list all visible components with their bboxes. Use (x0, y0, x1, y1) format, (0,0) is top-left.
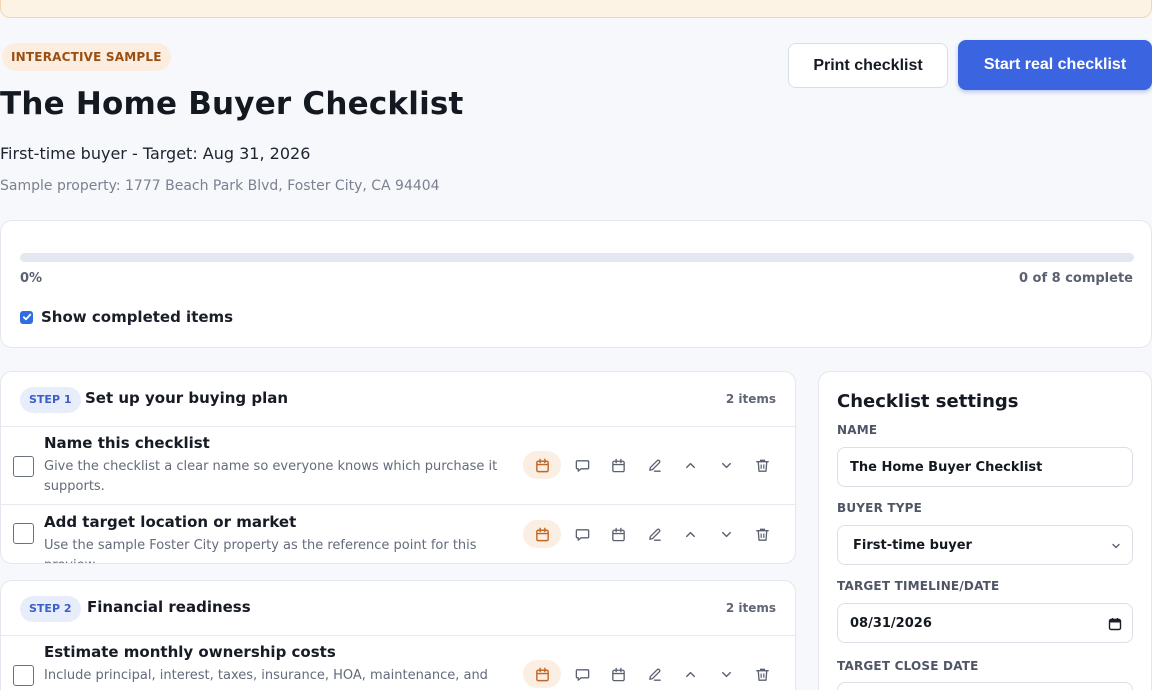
buyer-target-subtitle: First-time buyer - Target: Aug 31, 2026 (0, 144, 311, 163)
move-up-button[interactable] (672, 660, 708, 688)
notice-banner (0, 0, 1152, 18)
calendar-highlight-icon (535, 458, 549, 472)
task-row: Estimate monthly ownership costs Include… (1, 636, 795, 690)
step-pill: STEP 1 (20, 387, 81, 413)
trash-icon (755, 668, 769, 681)
show-completed-checkbox[interactable] (20, 310, 33, 324)
progress-complete-count: 0 of 8 complete (1018, 271, 1133, 286)
move-down-icon (721, 531, 731, 537)
buyer-type-select[interactable]: First-time buyer (837, 525, 1133, 565)
calendar-icon (611, 458, 625, 472)
move-up-button[interactable] (672, 451, 708, 479)
task-actions (523, 660, 780, 688)
page-title: The Home Buyer Checklist (0, 86, 464, 122)
task-row: Name this checklist Give the checklist a… (1, 427, 795, 505)
task-actions (523, 520, 780, 548)
print-checklist-button[interactable]: Print checklist (788, 43, 948, 88)
close-date-label: TARGET CLOSE DATE (837, 659, 979, 673)
calendar-button[interactable] (600, 660, 636, 688)
calendar-highlight-button[interactable] (523, 520, 561, 548)
trash-button[interactable] (744, 451, 780, 479)
move-down-button[interactable] (708, 520, 744, 548)
step-card-2: STEP 2 Financial readiness 2 items Estim… (0, 580, 796, 690)
checklist-settings-panel: Checklist settings NAME The Home Buyer C… (818, 371, 1152, 690)
step-title: Set up your buying plan (85, 389, 289, 407)
edit-icon (648, 528, 661, 541)
step-header: STEP 1 Set up your buying plan 2 items (1, 372, 795, 427)
progress-bar (20, 253, 1134, 262)
task-checkbox[interactable] (13, 665, 34, 686)
move-up-icon (685, 462, 695, 468)
calendar-button[interactable] (600, 520, 636, 548)
move-down-icon (721, 462, 731, 468)
calendar-button[interactable] (600, 451, 636, 479)
step-title: Financial readiness (87, 598, 251, 616)
show-completed-toggle[interactable]: Show completed items (20, 308, 233, 326)
trash-icon (755, 459, 769, 472)
calendar-highlight-icon (535, 527, 549, 541)
comment-icon (575, 459, 589, 472)
move-up-icon (685, 671, 695, 677)
comment-button[interactable] (564, 520, 600, 548)
task-checkbox[interactable] (13, 456, 34, 477)
timeline-date-value: 08/31/2026 (850, 615, 932, 631)
name-label: NAME (837, 423, 878, 437)
progress-percent: 0% (20, 271, 43, 286)
comment-icon (575, 668, 589, 681)
settings-title: Checklist settings (837, 391, 1019, 412)
calendar-icon (611, 527, 625, 541)
target-timeline-date-input[interactable]: 08/31/2026 (837, 603, 1133, 643)
calendar-highlight-button[interactable] (523, 451, 561, 479)
interactive-sample-badge: INTERACTIVE SAMPLE (2, 43, 171, 71)
show-completed-label: Show completed items (41, 308, 234, 326)
task-title: Add target location or market (44, 513, 297, 531)
task-description: Use the sample Foster City property as t… (44, 538, 477, 563)
step-pill: STEP 2 (20, 596, 81, 622)
comment-button[interactable] (564, 660, 600, 688)
trash-icon (755, 528, 769, 541)
calendar-highlight-button[interactable] (523, 660, 561, 688)
task-title: Name this checklist (44, 434, 210, 452)
task-title: Estimate monthly ownership costs (44, 643, 336, 661)
edit-icon (648, 668, 661, 681)
move-down-button[interactable] (708, 660, 744, 688)
step-item-count: 2 items (725, 601, 776, 615)
task-checkbox[interactable] (13, 523, 34, 544)
chevron-down-icon (1112, 543, 1120, 549)
move-down-icon (721, 671, 731, 677)
task-description: Include principal, interest, taxes, insu… (44, 668, 488, 683)
calendar-highlight-icon (535, 667, 549, 681)
sample-property-text: Sample property: 1777 Beach Park Blvd, F… (0, 178, 440, 194)
calendar-icon[interactable] (1108, 617, 1122, 631)
buyer-type-value: First-time buyer (853, 537, 972, 553)
edit-button[interactable] (636, 660, 672, 688)
move-down-button[interactable] (708, 451, 744, 479)
edit-button[interactable] (636, 451, 672, 479)
move-up-button[interactable] (672, 520, 708, 548)
checkmark-icon (22, 313, 31, 321)
start-real-checklist-button[interactable]: Start real checklist (958, 40, 1152, 90)
edit-button[interactable] (636, 520, 672, 548)
comment-icon (575, 528, 589, 541)
comment-button[interactable] (564, 451, 600, 479)
move-up-icon (685, 531, 695, 537)
buyer-type-label: BUYER TYPE (837, 501, 923, 515)
task-row: Add target location or market Use the sa… (1, 505, 795, 563)
task-actions (523, 451, 780, 479)
step-item-count: 2 items (725, 392, 776, 406)
task-description: Give the checklist a clear name so every… (44, 459, 498, 494)
target-close-date-input[interactable] (837, 682, 1133, 690)
step-card-1: STEP 1 Set up your buying plan 2 items N… (0, 371, 796, 564)
trash-button[interactable] (744, 660, 780, 688)
checklist-name-input[interactable]: The Home Buyer Checklist (837, 447, 1133, 487)
trash-button[interactable] (744, 520, 780, 548)
edit-icon (648, 459, 661, 472)
calendar-icon (611, 667, 625, 681)
timeline-label: TARGET TIMELINE/DATE (837, 579, 1000, 593)
step-header: STEP 2 Financial readiness 2 items (1, 581, 795, 636)
progress-card: 0% 0 of 8 complete Show completed items (0, 220, 1152, 348)
